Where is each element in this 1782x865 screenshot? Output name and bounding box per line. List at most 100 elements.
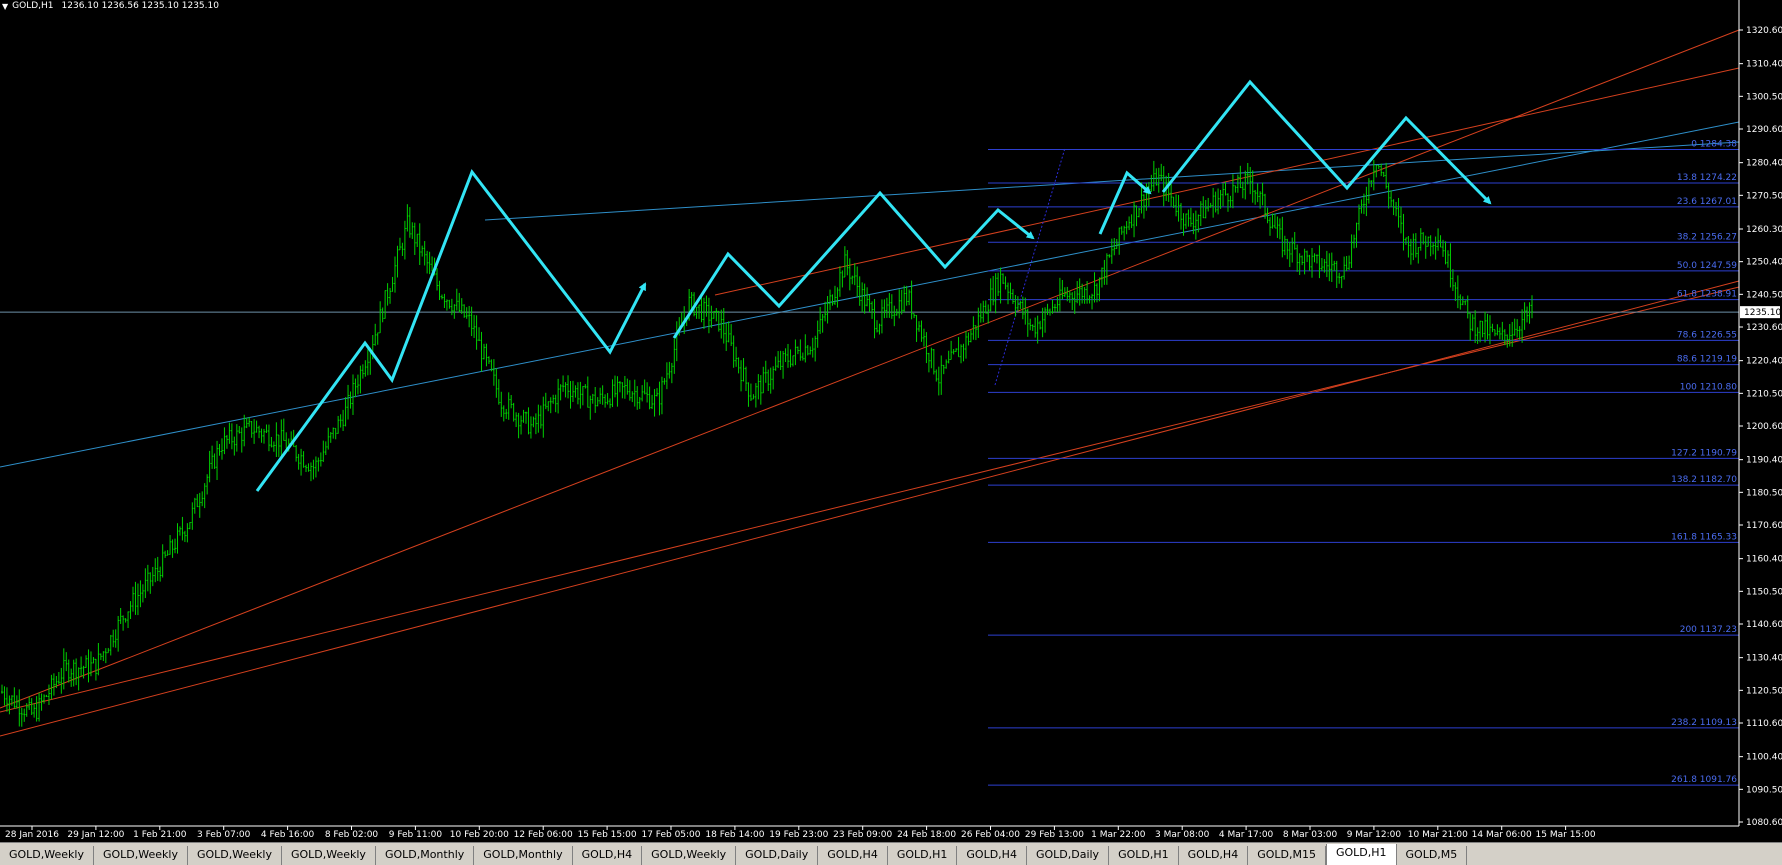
price-axis-label: 1120.50 bbox=[1746, 686, 1782, 696]
price-axis-label: 1210.50 bbox=[1746, 389, 1782, 399]
fib-level-label: 261.8 1091.76 bbox=[1671, 775, 1737, 785]
tab-gold-monthly[interactable]: GOLD,Monthly bbox=[474, 846, 573, 865]
price-axis-label: 1270.50 bbox=[1746, 191, 1782, 201]
current-price-label: 1235.10 bbox=[1744, 308, 1781, 318]
time-axis-label: 10 Mar 21:00 bbox=[1408, 830, 1468, 840]
price-axis-label: 1230.60 bbox=[1746, 323, 1782, 333]
price-axis-label: 1190.40 bbox=[1746, 456, 1782, 466]
fib-level-label: 38.2 1256.27 bbox=[1677, 232, 1737, 242]
fib-level-label: 238.2 1109.13 bbox=[1671, 718, 1737, 728]
tab-gold-weekly[interactable]: GOLD,Weekly bbox=[282, 846, 376, 865]
tab-gold-daily[interactable]: GOLD,Daily bbox=[736, 846, 819, 865]
time-axis-label: 17 Feb 05:00 bbox=[641, 830, 700, 840]
price-axis-label: 1290.60 bbox=[1746, 125, 1782, 135]
time-axis-label: 3 Feb 07:00 bbox=[197, 830, 251, 840]
red-channel-line-2[interactable] bbox=[0, 29, 1740, 709]
tab-gold-m15[interactable]: GOLD,M15 bbox=[1248, 846, 1326, 865]
price-axis-label: 1320.60 bbox=[1746, 26, 1782, 36]
time-axis-label: 4 Mar 17:00 bbox=[1219, 830, 1274, 840]
price-axis-label: 1140.60 bbox=[1746, 620, 1782, 630]
fib-level-label: 100 1210.80 bbox=[1680, 382, 1738, 392]
price-axis-label: 1080.60 bbox=[1746, 818, 1782, 828]
blue-channel-lower[interactable] bbox=[0, 121, 1740, 468]
time-axis-label: 9 Feb 11:00 bbox=[389, 830, 443, 840]
fib-level-label: 13.8 1274.22 bbox=[1677, 173, 1737, 183]
tab-gold-daily[interactable]: GOLD,Daily bbox=[1027, 846, 1110, 865]
fib-level-label: 50.0 1247.59 bbox=[1677, 261, 1737, 271]
time-axis-label: 14 Mar 06:00 bbox=[1472, 830, 1532, 840]
chart-canvas[interactable]: 0 1284.38 13.8 1274.22 23.6 1267.01 38.2 12… bbox=[0, 0, 1782, 842]
red-channel-line-3[interactable] bbox=[0, 286, 1740, 713]
red-channel-line-1[interactable] bbox=[0, 280, 1740, 737]
price-axis-label: 1180.50 bbox=[1746, 488, 1782, 498]
time-axis-label: 18 Feb 14:00 bbox=[705, 830, 764, 840]
fib-level-label: 138.2 1182.70 bbox=[1671, 475, 1737, 485]
price-axis-label: 1220.40 bbox=[1746, 357, 1782, 367]
price-axis-label: 1300.50 bbox=[1746, 92, 1782, 102]
fib-level-label: 88.6 1219.19 bbox=[1677, 355, 1737, 365]
tab-gold-weekly[interactable]: GOLD,Weekly bbox=[94, 846, 188, 865]
tab-gold-m5[interactable]: GOLD,M5 bbox=[1397, 846, 1468, 865]
time-axis-label: 28 Jan 2016 bbox=[5, 830, 59, 840]
price-axis-label: 1130.40 bbox=[1746, 654, 1782, 664]
tab-gold-weekly[interactable]: GOLD,Weekly bbox=[642, 846, 737, 865]
fib-level-label: 127.2 1190.79 bbox=[1671, 448, 1737, 458]
fib-level-label: 23.6 1267.01 bbox=[1677, 197, 1737, 207]
time-axis-label: 29 Jan 12:00 bbox=[67, 830, 124, 840]
time-axis: 28 Jan 2016 29 Jan 12:00 1 Feb 21:00 3 Feb … bbox=[0, 825, 1739, 840]
time-axis-label: 8 Mar 03:00 bbox=[1283, 830, 1338, 840]
tab-gold-h4[interactable]: GOLD,H4 bbox=[1179, 846, 1249, 865]
time-axis-label: 1 Mar 22:00 bbox=[1091, 830, 1146, 840]
tab-gold-h1[interactable]: GOLD,H1 bbox=[1109, 846, 1179, 865]
price-axis-label: 1110.60 bbox=[1746, 719, 1782, 729]
time-axis-label: 3 Mar 08:00 bbox=[1155, 830, 1210, 840]
wave-arrow-3[interactable] bbox=[1098, 170, 1152, 235]
tab-gold-h1[interactable]: GOLD,H1 bbox=[1325, 844, 1397, 865]
fib-level-label: 61.8 1238.91 bbox=[1677, 290, 1737, 300]
time-axis-label: 26 Feb 04:00 bbox=[961, 830, 1020, 840]
time-axis-label: 12 Feb 06:00 bbox=[514, 830, 573, 840]
tab-gold-h4[interactable]: GOLD,H4 bbox=[573, 846, 643, 865]
price-axis-label: 1240.50 bbox=[1746, 290, 1782, 300]
time-axis-label: 8 Feb 02:00 bbox=[325, 830, 379, 840]
time-axis-label: 29 Feb 13:00 bbox=[1025, 830, 1084, 840]
chart-symbol: GOLD,H1 bbox=[12, 1, 54, 11]
chart-tabs: GOLD,Weekly GOLD,Weekly GOLD,Weekly GOLD,We… bbox=[0, 842, 1782, 865]
fibonacci-levels[interactable]: 0 1284.38 13.8 1274.22 23.6 1267.01 38.2 12… bbox=[988, 140, 1739, 786]
price-axis-label: 1200.60 bbox=[1746, 422, 1782, 432]
dropdown-triangle-icon[interactable]: ▼ bbox=[2, 2, 8, 11]
tab-gold-h1[interactable]: GOLD,H1 bbox=[888, 846, 958, 865]
wave-arrows[interactable] bbox=[255, 79, 1492, 492]
tab-gold-h4[interactable]: GOLD,H4 bbox=[957, 846, 1027, 865]
time-axis-label: 24 Feb 18:00 bbox=[897, 830, 956, 840]
time-axis-label: 15 Feb 15:00 bbox=[578, 830, 637, 840]
fib-level-label: 161.8 1165.33 bbox=[1671, 532, 1737, 542]
time-axis-label: 15 Mar 15:00 bbox=[1536, 830, 1596, 840]
price-axis-label: 1160.40 bbox=[1746, 555, 1782, 565]
tab-gold-weekly[interactable]: GOLD,Weekly bbox=[188, 846, 282, 865]
price-axis-label: 1150.50 bbox=[1746, 587, 1782, 597]
chart-ohlc: 1236.10 1236.56 1235.10 1235.10 bbox=[61, 1, 219, 11]
tab-gold-monthly[interactable]: GOLD,Monthly bbox=[376, 846, 475, 865]
price-candles bbox=[1, 159, 1533, 727]
time-axis-label: 9 Mar 12:00 bbox=[1347, 830, 1402, 840]
tab-gold-weekly[interactable]: GOLD,Weekly bbox=[0, 846, 94, 865]
red-channel-line-4[interactable] bbox=[714, 67, 1740, 296]
time-axis-label: 10 Feb 20:00 bbox=[450, 830, 509, 840]
fib-level-label: 78.6 1226.55 bbox=[1677, 330, 1737, 340]
fib-level-label: 0 1284.38 bbox=[1691, 140, 1737, 150]
tab-gold-h4[interactable]: GOLD,H4 bbox=[818, 846, 888, 865]
price-axis-label: 1100.40 bbox=[1746, 753, 1782, 763]
price-axis: 1320.60 1310.40 1300.50 1290.60 1280.40 1270.… bbox=[1738, 0, 1782, 842]
time-axis-label: 4 Feb 16:00 bbox=[261, 830, 315, 840]
time-axis-label: 23 Feb 09:00 bbox=[833, 830, 892, 840]
price-axis-label: 1170.60 bbox=[1746, 521, 1782, 531]
wave-arrow-1[interactable] bbox=[255, 168, 647, 492]
trend-lines[interactable] bbox=[0, 29, 1740, 737]
fib-level-label: 200 1137.23 bbox=[1680, 625, 1737, 635]
price-axis-label: 1250.40 bbox=[1746, 258, 1782, 268]
price-axis-label: 1310.40 bbox=[1746, 60, 1782, 70]
time-axis-label: 19 Feb 23:00 bbox=[769, 830, 828, 840]
price-axis-label: 1090.50 bbox=[1746, 785, 1782, 795]
price-axis-label: 1280.40 bbox=[1746, 159, 1782, 169]
